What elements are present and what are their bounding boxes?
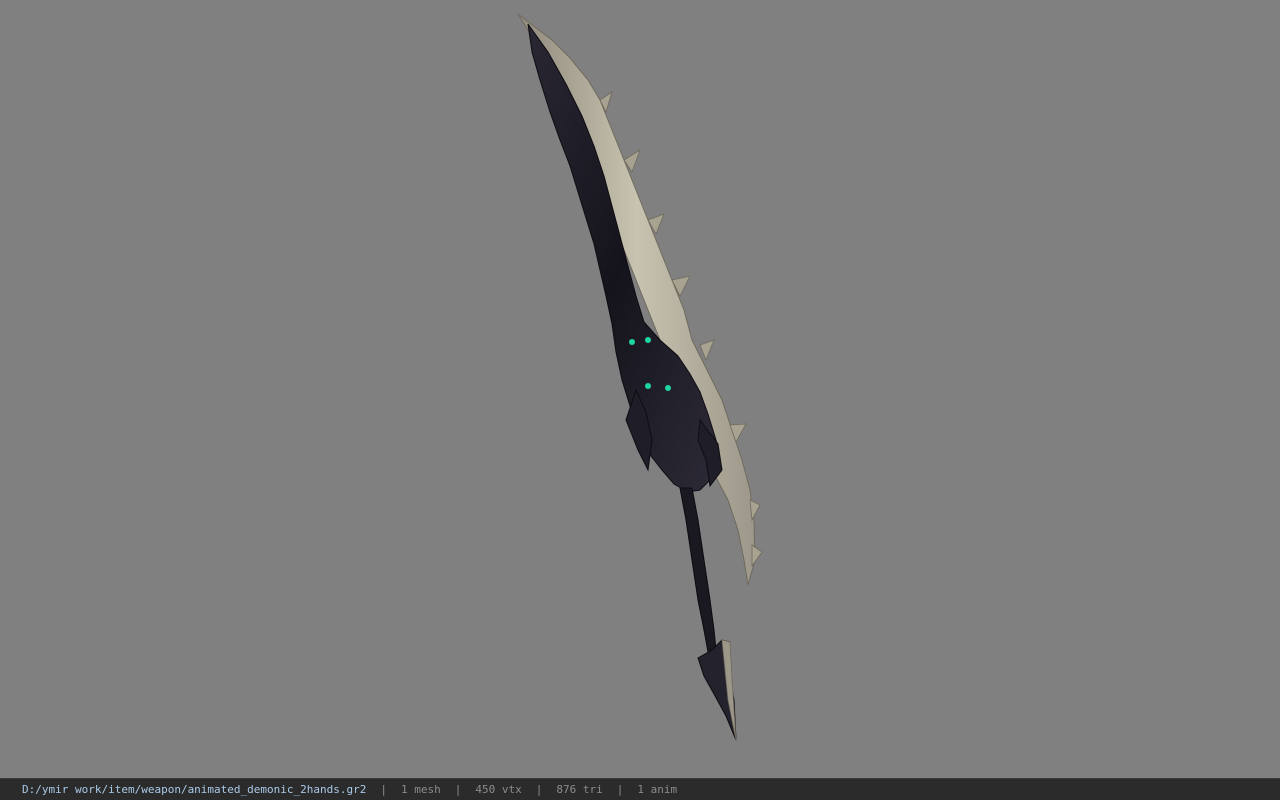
- triangle-count: 876 tri: [556, 783, 603, 796]
- separator: |: [454, 783, 462, 796]
- 3d-viewport[interactable]: [0, 0, 1280, 778]
- vertex-count: 450 vtx: [475, 783, 522, 796]
- weapon-model: [517, 13, 763, 741]
- separator: |: [535, 783, 543, 796]
- anim-count: 1 anim: [637, 783, 678, 796]
- separator: |: [616, 783, 624, 796]
- status-bar: D:/ymir work/item/weapon/animated_demoni…: [0, 778, 1280, 800]
- file-path: D:/ymir work/item/weapon/animated_demoni…: [22, 783, 367, 796]
- blade-dark-core: [527, 23, 721, 493]
- separator: |: [380, 783, 387, 796]
- mesh-count: 1 mesh: [401, 783, 441, 796]
- sword-handle: [679, 487, 717, 653]
